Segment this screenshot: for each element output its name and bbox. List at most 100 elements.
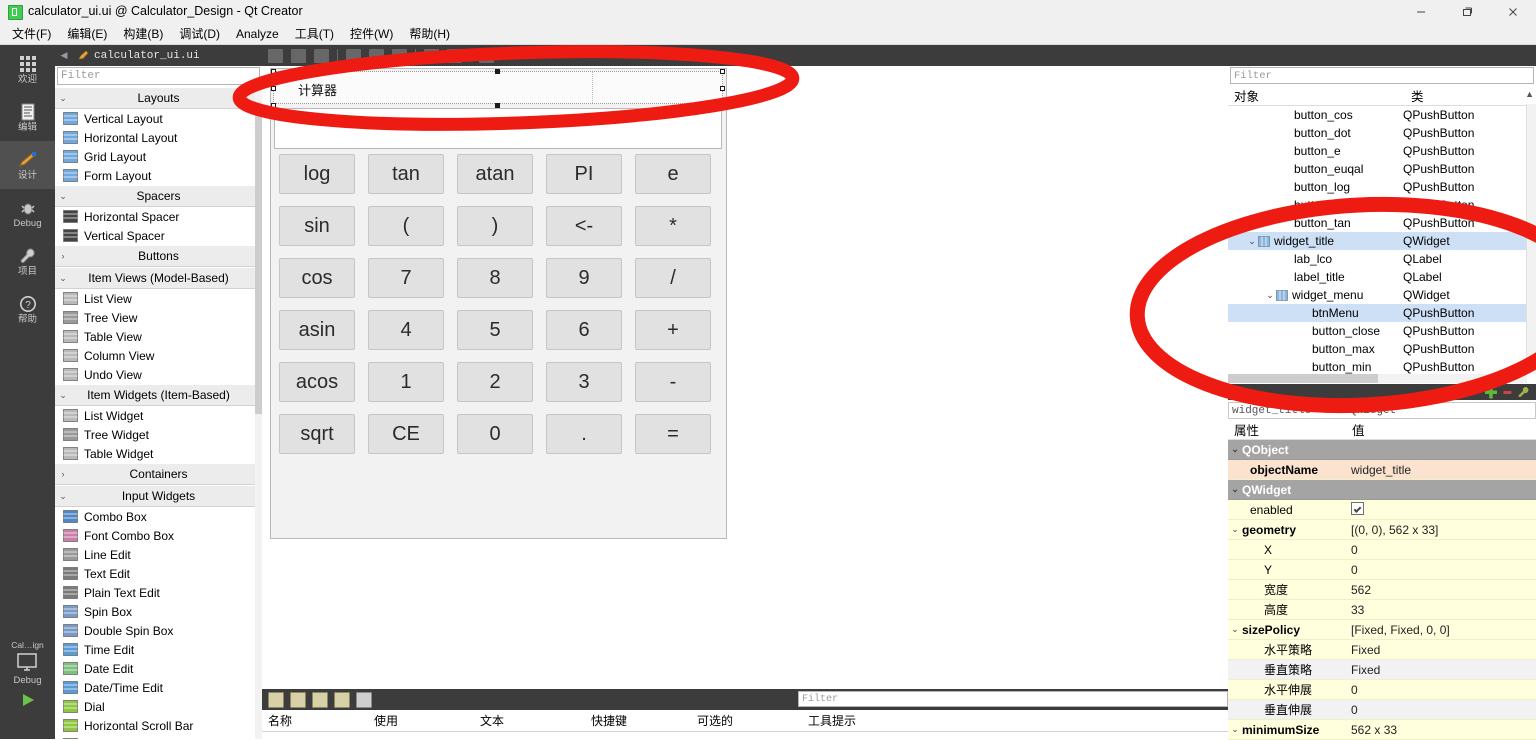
widget-box-item-plain-text-edit[interactable]: Plain Text Edit xyxy=(55,583,262,602)
chevron-left-icon[interactable]: ◀ xyxy=(55,45,73,66)
mode-design[interactable]: 设计 xyxy=(0,141,55,189)
property-row[interactable]: ⌄ QObject xyxy=(1228,440,1536,460)
object-inspector-hscroll-thumb[interactable] xyxy=(1228,374,1378,383)
property-value-cell[interactable]: [(0, 0), 562 x 33] xyxy=(1346,523,1536,537)
resize-handle-n[interactable] xyxy=(495,69,500,74)
column-shortcut[interactable]: 快捷键 xyxy=(585,712,691,729)
object-tree-row[interactable]: ⌄ widget_title QWidget xyxy=(1228,232,1536,250)
widget-box-item-grid-layout[interactable]: Grid Layout xyxy=(55,147,262,166)
widget-box-item-text-edit[interactable]: Text Edit xyxy=(55,564,262,583)
adjust-size-icon[interactable] xyxy=(447,48,462,63)
action-editor-filter-input[interactable]: Filter xyxy=(798,691,1228,707)
calculator-button-4[interactable]: 4 xyxy=(368,310,444,350)
widget-box-item-tree-view[interactable]: Tree View xyxy=(55,308,262,327)
widget-box-filter-input[interactable]: Filter xyxy=(57,67,260,85)
property-value-cell[interactable]: 0 xyxy=(1346,703,1536,717)
chevron-down-icon[interactable]: ⌄ xyxy=(1246,236,1258,247)
menu-build[interactable]: 构建(B) xyxy=(115,23,171,44)
property-value-cell[interactable]: 0 xyxy=(1346,543,1536,557)
column-name[interactable]: 名称 xyxy=(262,712,368,729)
widget-box-category-spacers[interactable]: ⌄ Spacers xyxy=(55,185,262,207)
chevron-down-icon[interactable]: ⌄ xyxy=(1228,724,1242,735)
calculator-button-sin[interactable]: sin xyxy=(279,206,355,246)
property-row[interactable]: X0 xyxy=(1228,540,1536,560)
object-tree-row[interactable]: button_cos QPushButton xyxy=(1228,106,1536,124)
object-tree-row[interactable]: ⌄ widget_menu QWidget xyxy=(1228,286,1536,304)
property-value-cell[interactable]: 33 xyxy=(1346,603,1536,617)
property-value-cell[interactable]: 0 xyxy=(1346,683,1536,697)
mode-debug[interactable]: Debug xyxy=(0,189,55,237)
property-value-cell[interactable]: Fixed xyxy=(1346,643,1536,657)
calculator-button-acos[interactable]: acos xyxy=(279,362,355,402)
widget-box-category-input-widgets[interactable]: ⌄ Input Widgets xyxy=(55,485,262,507)
calculator-button-[interactable]: - xyxy=(635,362,711,402)
tab-calculator-ui[interactable]: calculator_ui.ui xyxy=(73,45,208,66)
widget-box-category-buttons[interactable]: › Buttons xyxy=(55,245,262,267)
widget-box-item-table-widget[interactable]: Table Widget xyxy=(55,444,262,463)
calculator-button-[interactable]: . xyxy=(546,414,622,454)
calculator-button-2[interactable]: 2 xyxy=(457,362,533,402)
property-value-cell[interactable]: 0 xyxy=(1346,563,1536,577)
property-row[interactable]: ⌄ geometry [(0, 0), 562 x 33] xyxy=(1228,520,1536,540)
layout-grid-icon[interactable] xyxy=(392,48,407,63)
property-row[interactable]: enabled xyxy=(1228,500,1536,520)
calculator-form[interactable]: 计算器 log tan atan PI e sin () <- * cos 7 8 9 / asin 4 5 6 +… xyxy=(270,68,727,539)
chevron-down-icon[interactable]: ⌄ xyxy=(1264,290,1276,301)
calculator-button-tan[interactable]: tan xyxy=(368,154,444,194)
property-row[interactable]: 水平策略 Fixed xyxy=(1228,640,1536,660)
calculator-button-log[interactable]: log xyxy=(279,154,355,194)
close-icon[interactable] xyxy=(1490,0,1536,23)
object-tree-row[interactable]: button_dot QPushButton xyxy=(1228,124,1536,142)
new-action-icon[interactable] xyxy=(268,691,284,708)
enabled-checkbox[interactable] xyxy=(1351,501,1364,515)
widget-box-item-undo-view[interactable]: Undo View xyxy=(55,365,262,384)
widget-box-scroll-thumb[interactable] xyxy=(255,114,262,414)
layout-horizontal-icon[interactable] xyxy=(346,48,361,63)
property-value-cell[interactable]: 562 x 33 xyxy=(1346,723,1536,737)
widget-title-selected[interactable]: 计算器 xyxy=(271,69,725,108)
mode-edit[interactable]: 编辑 xyxy=(0,93,55,141)
menu-help[interactable]: 帮助(H) xyxy=(401,23,458,44)
calculator-button-[interactable]: * xyxy=(635,206,711,246)
column-class[interactable]: 类 xyxy=(1409,86,1536,105)
edit-buddies-tool-icon[interactable] xyxy=(314,48,329,63)
widget-box-item-dial[interactable]: Dial xyxy=(55,697,262,716)
widget-box-item-date-time-edit[interactable]: Date/Time Edit xyxy=(55,678,262,697)
menu-analyze[interactable]: Analyze xyxy=(228,25,287,43)
kit-selector[interactable]: Cal…ign Debug xyxy=(0,640,55,739)
calculator-button-6[interactable]: 6 xyxy=(546,310,622,350)
widget-box-item-vertical-layout[interactable]: Vertical Layout xyxy=(55,109,262,128)
calculator-button-asin[interactable]: asin xyxy=(279,310,355,350)
calculator-button-ce[interactable]: CE xyxy=(368,414,444,454)
calculator-button-pi[interactable]: PI xyxy=(546,154,622,194)
calculator-button-e[interactable]: e xyxy=(635,154,711,194)
widget-box-item-date-edit[interactable]: Date Edit xyxy=(55,659,262,678)
property-row[interactable]: 垂直策略 Fixed xyxy=(1228,660,1536,680)
column-property[interactable]: 属性 xyxy=(1228,420,1352,439)
widget-box-item-list-widget[interactable]: List Widget xyxy=(55,406,262,425)
calculator-button-[interactable]: + xyxy=(635,310,711,350)
object-tree-row[interactable]: button_log QPushButton xyxy=(1228,178,1536,196)
delete-action-icon[interactable] xyxy=(334,691,350,708)
property-row[interactable]: 水平伸展 0 xyxy=(1228,680,1536,700)
property-row[interactable]: ⌄ QWidget xyxy=(1228,480,1536,500)
calculator-button-9[interactable]: 9 xyxy=(546,258,622,298)
calculator-button-3[interactable]: 3 xyxy=(546,362,622,402)
object-tree-row[interactable]: lab_lco QLabel xyxy=(1228,250,1536,268)
property-row[interactable]: ⌄ minimumSize 562 x 33 xyxy=(1228,720,1536,740)
object-tree-row[interactable]: button_euqal QPushButton xyxy=(1228,160,1536,178)
object-inspector-tree[interactable]: button_cos QPushButton button_dot QPushButt… xyxy=(1228,106,1536,376)
column-text[interactable]: 文本 xyxy=(474,712,585,729)
calculator-button-[interactable]: ) xyxy=(457,206,533,246)
widget-box-item-vertical-spacer[interactable]: Vertical Spacer xyxy=(55,226,262,245)
object-inspector-filter-input[interactable]: Filter xyxy=(1230,67,1534,84)
mode-welcome[interactable]: 欢迎 xyxy=(0,45,55,93)
chevron-up-icon[interactable]: ▲ xyxy=(1525,89,1534,99)
widget-box-category-item-widgets-item-based[interactable]: ⌄ Item Widgets (Item-Based) xyxy=(55,384,262,406)
resize-handle-nw[interactable] xyxy=(271,69,276,74)
edit-action-icon[interactable] xyxy=(356,691,372,708)
widget-box-item-spin-box[interactable]: Spin Box xyxy=(55,602,262,621)
calculator-button-[interactable]: = xyxy=(635,414,711,454)
column-object[interactable]: 对象 xyxy=(1228,86,1409,105)
widget-box-item-font-combo-box[interactable]: Font Combo Box xyxy=(55,526,262,545)
